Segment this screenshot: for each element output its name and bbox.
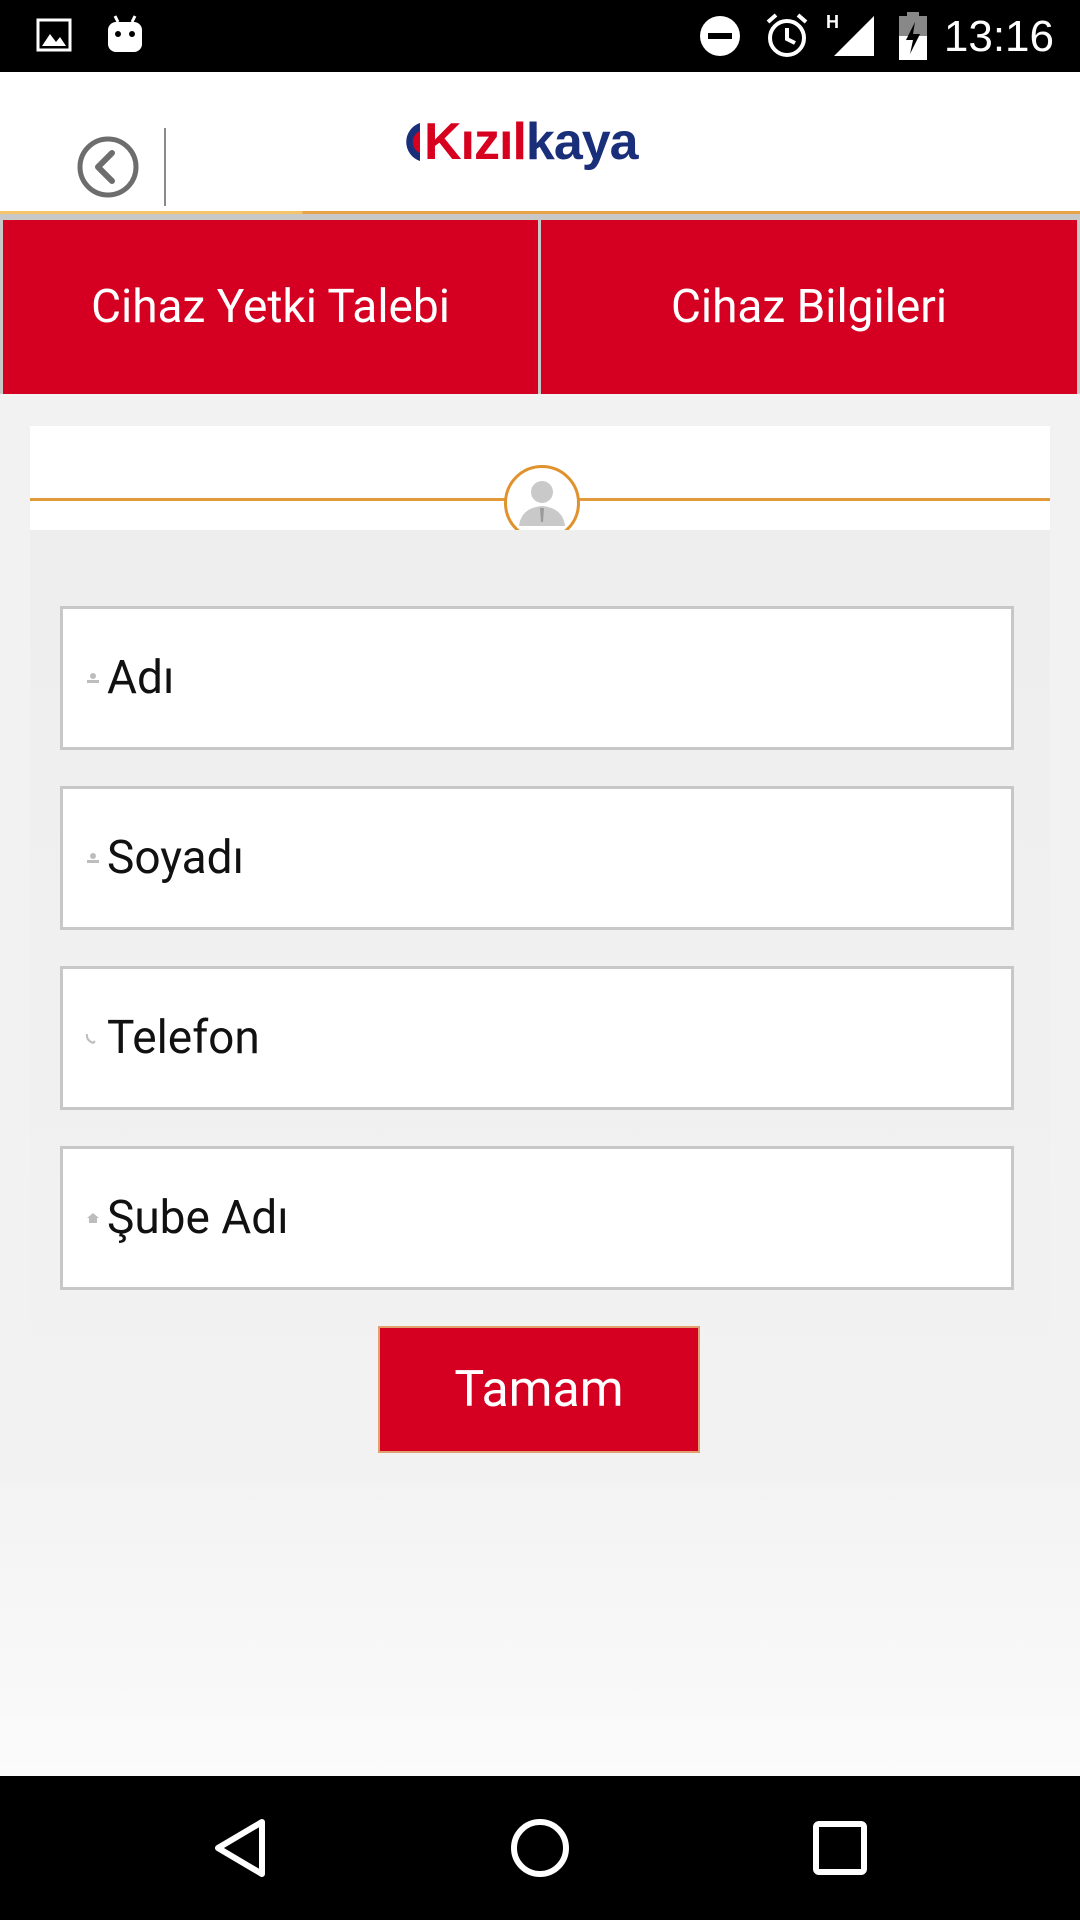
android-icon — [108, 15, 142, 52]
first-name-field[interactable] — [60, 606, 1014, 750]
logo-text-red: Kızıl — [424, 113, 527, 171]
phone-input[interactable] — [107, 1011, 987, 1065]
home-icon — [87, 1213, 99, 1223]
nav-recents-button[interactable] — [770, 1776, 910, 1920]
recents-square-icon — [813, 1821, 867, 1875]
home-circle-icon — [511, 1819, 569, 1877]
last-name-input[interactable] — [107, 831, 987, 885]
back-button[interactable] — [76, 135, 140, 199]
brand-logo: Kızıl kaya — [396, 112, 639, 172]
tab-cihaz-yetki-talebi[interactable]: Cihaz Yetki Talebi — [3, 220, 538, 394]
logo-text-blue: kaya — [525, 113, 639, 171]
nav-back-button[interactable] — [170, 1776, 310, 1920]
user-icon — [87, 853, 99, 863]
signal-icon: H — [826, 12, 874, 56]
nav-home-button[interactable] — [470, 1776, 610, 1920]
status-time: 13:16 — [943, 12, 1054, 61]
branch-name-input[interactable] — [107, 1191, 987, 1245]
header-divider — [164, 128, 166, 206]
back-triangle-icon — [215, 1819, 265, 1877]
alarm-icon — [766, 13, 808, 57]
do-not-disturb-icon — [700, 16, 740, 56]
system-nav-bar — [0, 1776, 1080, 1920]
battery-charging-icon — [899, 12, 927, 60]
last-name-field[interactable] — [60, 786, 1014, 930]
svg-text:H: H — [826, 12, 839, 32]
phone-icon — [85, 1033, 96, 1045]
phone-field[interactable] — [60, 966, 1014, 1110]
first-name-input[interactable] — [107, 651, 987, 705]
submit-button[interactable]: Tamam — [378, 1326, 700, 1453]
image-icon — [36, 18, 72, 52]
page-background — [0, 1484, 1080, 1776]
status-bar: H 13:16 — [0, 0, 1080, 72]
tab-cihaz-bilgileri[interactable]: Cihaz Bilgileri — [541, 220, 1077, 394]
tab-bar: Cihaz Yetki Talebi Cihaz Bilgileri — [0, 214, 1080, 394]
user-icon — [87, 673, 99, 683]
branch-name-field[interactable] — [60, 1146, 1014, 1290]
globe-icon — [406, 123, 420, 161]
user-avatar-icon — [519, 481, 565, 526]
